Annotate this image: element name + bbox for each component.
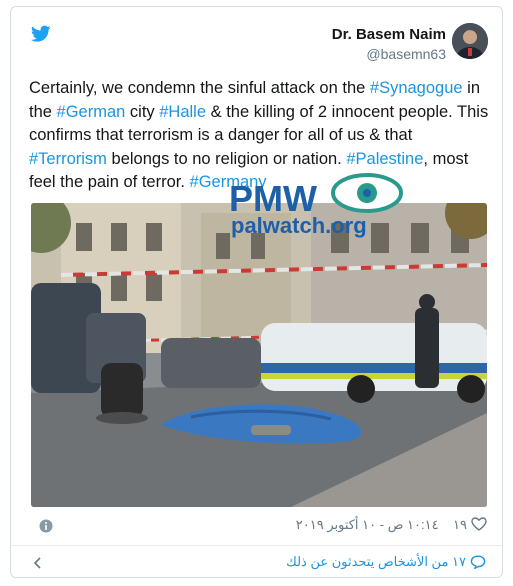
hashtag-link[interactable]: #German [57,103,126,121]
eye-logo-icon [331,173,403,213]
tweet-footer: ١٧ من الأشخاص يتحدثون عن ذلك [11,546,502,579]
likes-and-time: ١٩ ١٠:١٤ ص - ١٠ أكتوبر ٢٠١٩ [296,517,487,533]
info-icon[interactable] [39,519,53,533]
tweet-text-segment: belongs to no religion or nation. [106,149,347,168]
pmw-watermark: PMW palwatch.org [229,173,409,243]
avatar[interactable] [452,23,488,59]
people-talking-link[interactable]: ١٧ من الأشخاص يتحدثون عن ذلك [286,554,486,570]
tweet-meta: ١٩ ١٠:١٤ ص - ١٠ أكتوبر ٢٠١٩ [31,515,487,537]
twitter-bird-icon[interactable] [31,25,51,43]
tweet-photo[interactable] [31,203,487,507]
tweet-text-segment: city [125,102,160,121]
tweet-timestamp[interactable]: ١٠:١٤ ص - ١٠ أكتوبر ٢٠١٩ [296,517,439,532]
hashtag-link[interactable]: #Palestine [346,150,423,168]
heart-icon[interactable] [471,517,487,531]
tweet-text-segment: Certainly, we condemn the sinful attack … [29,79,370,97]
watermark-site: palwatch.org [231,213,367,238]
tweet-card: Dr. Basem Naim @basemn63 Certainly, we c… [10,6,503,578]
chevron-left-icon[interactable] [33,557,43,569]
author-handle[interactable]: @basemn63 [332,45,446,63]
hashtag-link[interactable]: #Terrorism [29,150,107,168]
comment-bubble-icon [470,555,486,569]
author-info[interactable]: Dr. Basem Naim @basemn63 [332,25,446,63]
like-count[interactable]: ١٩ [453,517,467,532]
author-display-name[interactable]: Dr. Basem Naim [332,25,446,45]
people-talking-text[interactable]: ١٧ من الأشخاص يتحدثون عن ذلك [286,554,466,569]
hashtag-link[interactable]: #Synagogue [370,79,463,97]
hashtag-link[interactable]: #Halle [159,103,206,121]
